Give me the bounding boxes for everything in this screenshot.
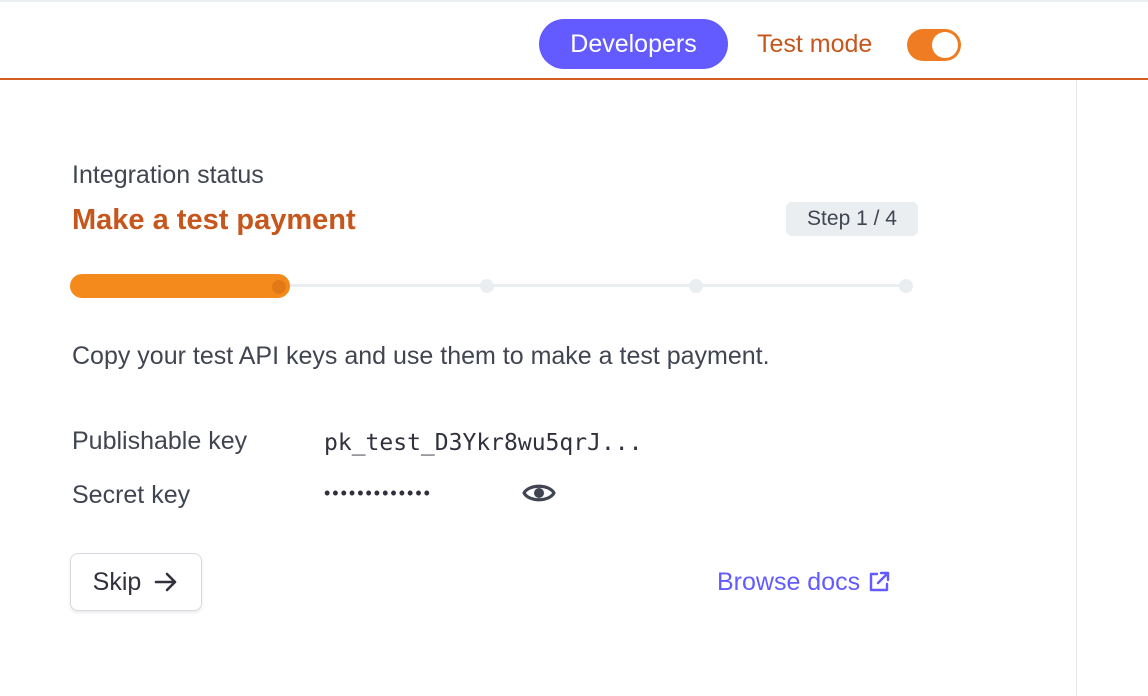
secret-key-value: ••••••••••••• [324, 483, 432, 503]
integration-status-label: Integration status [72, 161, 264, 189]
publishable-key-label: Publishable key [72, 427, 248, 455]
skip-button-label: Skip [92, 567, 142, 596]
step-badge: Step 1 / 4 [786, 202, 918, 236]
right-panel-divider [1076, 80, 1077, 696]
progress-dot-4 [899, 279, 913, 293]
secret-key-label: Secret key [72, 481, 191, 509]
progress-dot-3 [689, 279, 703, 293]
toggle-knob [932, 32, 958, 58]
arrow-right-icon [155, 572, 177, 592]
developers-button[interactable]: Developers [539, 19, 728, 69]
page: Developers Test mode Integration status … [0, 0, 1148, 696]
test-mode-label: Test mode [757, 30, 873, 58]
top-header: Developers Test mode [0, 0, 1148, 80]
browse-docs-link[interactable]: Browse docs [717, 567, 892, 597]
instructions-text: Copy your test API keys and use them to … [72, 342, 770, 370]
progress-stepper [70, 274, 918, 298]
test-mode-toggle[interactable] [907, 29, 961, 61]
eye-icon[interactable] [522, 479, 556, 507]
progress-dot-2 [480, 279, 494, 293]
progress-dot-1 [272, 280, 286, 294]
publishable-key-value[interactable]: pk_test_D3Ykr8wu5qrJ... [324, 428, 643, 458]
external-link-icon [869, 571, 890, 592]
skip-button[interactable]: Skip [70, 553, 202, 611]
progress-fill [70, 274, 290, 298]
step-title: Make a test payment [72, 204, 356, 236]
browse-docs-label: Browse docs [717, 568, 861, 596]
